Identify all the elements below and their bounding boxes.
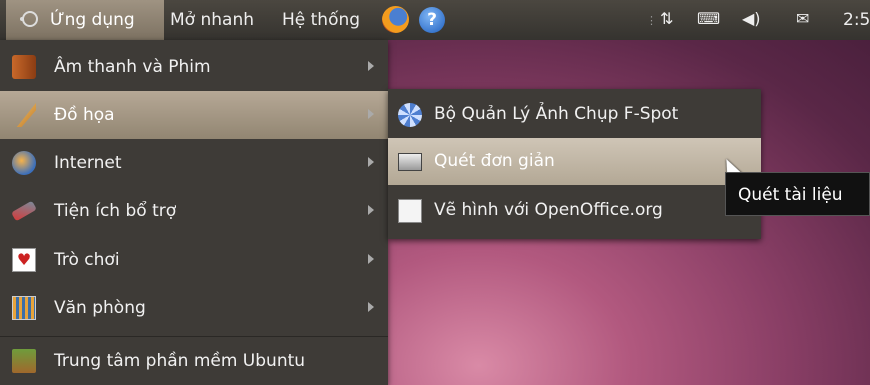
submenu-arrow-icon xyxy=(368,61,374,71)
mail-icon[interactable]: ✉ xyxy=(796,9,809,28)
network-icon[interactable]: ⇅ xyxy=(660,9,673,28)
submenu-arrow-icon xyxy=(368,109,374,119)
menu-item-label: Đồ họa xyxy=(54,105,115,125)
submenu-arrow-icon xyxy=(368,254,374,264)
help-icon[interactable]: ? xyxy=(419,7,445,33)
top-panel: Ứng dụng Mở nhanh Hệ thống ? ⋮ ⇅ ⌨ ◀) ✉ … xyxy=(0,0,870,40)
keyboard-icon[interactable]: ⌨ xyxy=(697,9,720,28)
menu-item-games[interactable]: ♥ Trò chơi xyxy=(0,236,388,284)
places-menu[interactable]: Mở nhanh xyxy=(170,0,254,40)
games-icon: ♥ xyxy=(12,248,36,272)
menu-item-graphics[interactable]: Đồ họa xyxy=(0,91,388,139)
submenu-arrow-icon xyxy=(368,205,374,215)
graphics-icon xyxy=(16,103,36,127)
submenu-arrow-icon xyxy=(368,302,374,312)
menu-item-label: Trò chơi xyxy=(54,250,120,270)
menu-item-label: Tiện ích bổ trợ xyxy=(54,201,177,221)
applications-menu[interactable]: Ứng dụng xyxy=(6,0,164,40)
submenu-item-openoffice-draw[interactable]: Vẽ hình với OpenOffice.org xyxy=(388,187,761,234)
menu-item-office[interactable]: Văn phòng xyxy=(0,284,388,332)
applications-label: Ứng dụng xyxy=(50,10,135,30)
firefox-icon[interactable] xyxy=(382,6,409,33)
submenu-item-label: Bộ Quản Lý Ảnh Chụp F-Spot xyxy=(434,104,679,124)
menu-item-internet[interactable]: Internet xyxy=(0,139,388,187)
menu-item-label: Văn phòng xyxy=(54,298,146,318)
ubuntu-logo-icon xyxy=(20,11,38,27)
submenu-item-label: Vẽ hình với OpenOffice.org xyxy=(434,200,663,220)
openoffice-draw-icon xyxy=(398,199,422,223)
menu-item-accessories[interactable]: Tiện ích bổ trợ xyxy=(0,187,388,235)
menu-item-audio-video[interactable]: Âm thanh và Phim xyxy=(0,43,388,91)
submenu-item-simple-scan[interactable]: Quét đơn giản xyxy=(388,138,761,185)
office-icon xyxy=(12,296,36,320)
clock[interactable]: 2:5 xyxy=(843,0,870,40)
submenu-item-f-spot[interactable]: Bộ Quản Lý Ảnh Chụp F-Spot xyxy=(388,91,761,138)
f-spot-icon xyxy=(398,103,422,127)
internet-icon xyxy=(12,151,36,175)
accessories-icon xyxy=(11,200,37,222)
menu-item-software-center[interactable]: Trung tâm phần mềm Ubuntu xyxy=(0,337,388,385)
tooltip: Quét tài liệu xyxy=(725,172,870,216)
applications-dropdown: Âm thanh và Phim Đồ họa Internet Tiện íc… xyxy=(0,40,388,385)
scanner-icon xyxy=(398,153,422,171)
menu-item-label: Internet xyxy=(54,153,122,173)
audio-video-icon xyxy=(12,55,36,79)
submenu-arrow-icon xyxy=(368,157,374,167)
graphics-submenu: Bộ Quản Lý Ảnh Chụp F-Spot Quét đơn giản… xyxy=(388,89,761,239)
submenu-item-label: Quét đơn giản xyxy=(434,151,555,171)
handle-icon: ⋮ xyxy=(646,14,657,27)
software-center-icon xyxy=(12,349,36,373)
menu-item-label: Âm thanh và Phim xyxy=(54,57,211,77)
system-menu[interactable]: Hệ thống xyxy=(282,0,360,40)
volume-icon[interactable]: ◀) xyxy=(742,9,761,28)
menu-item-label: Trung tâm phần mềm Ubuntu xyxy=(54,351,306,371)
